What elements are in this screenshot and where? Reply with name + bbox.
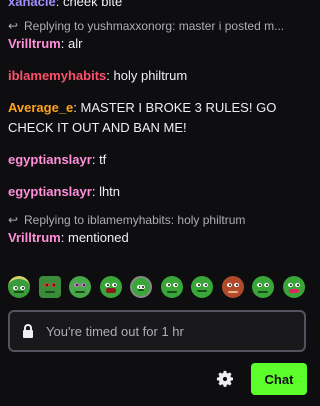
chat-message: Average_e: MASTER I BROKE 3 RULES! GO CH…: [8, 100, 277, 135]
chat-text: alr: [67, 36, 83, 51]
chat-text: holy philtrum: [113, 68, 188, 83]
chat-text: cheek bite: [62, 0, 123, 9]
chat-username[interactable]: iblamemyhabits: [8, 68, 106, 83]
chat-text: tf: [99, 152, 107, 167]
chat-message: Vrilltrum: alr: [8, 36, 83, 51]
chat-username[interactable]: Average_e: [8, 100, 73, 115]
peepo-mad-icon[interactable]: [38, 276, 61, 298]
peepo-sad-icon[interactable]: [252, 276, 274, 298]
chat-text: mentioned: [67, 230, 129, 245]
chat-send-button[interactable]: Chat: [251, 363, 307, 395]
chat-log: xanacle: cheek bite ↩ Replying to yushma…: [0, 0, 315, 248]
reply-arrow-icon: ↩: [8, 213, 19, 227]
peepo-happy-icon[interactable]: [160, 276, 183, 298]
reply-context[interactable]: ↩ Replying to yushmaxxonorg: master i po…: [0, 18, 315, 34]
chat-input[interactable]: You're timed out for 1 hr: [8, 310, 306, 352]
chat-username[interactable]: xanacle: [8, 0, 56, 9]
peepo-heart-icon[interactable]: [282, 276, 305, 298]
chat-message: egyptianslayr: tf: [8, 152, 107, 167]
reply-context[interactable]: ↩ Replying to iblamemyhabits: holy philt…: [0, 212, 315, 228]
chat-username[interactable]: Vrilltrum: [8, 36, 61, 51]
emote-bar: [8, 276, 313, 298]
reply-text: Replying to yushmaxxonorg: master i post…: [24, 19, 285, 33]
chat-message: Vrilltrum: mentioned: [8, 230, 129, 245]
gear-icon[interactable]: [216, 370, 234, 388]
reply-text: Replying to iblamemyhabits: holy philtru…: [24, 213, 246, 227]
chat-message: egyptianslayr: lhtn: [8, 184, 121, 199]
peepo-glasses-icon[interactable]: [69, 276, 91, 298]
chat-username[interactable]: Vrilltrum: [8, 230, 61, 245]
reply-arrow-icon: ↩: [8, 19, 19, 33]
peepo-smile-icon[interactable]: [191, 276, 213, 298]
chat-username[interactable]: egyptianslayr: [8, 184, 92, 199]
chat-username[interactable]: egyptianslayr: [8, 152, 92, 167]
peepo-halo-icon[interactable]: [8, 276, 30, 298]
lock-icon: [23, 324, 33, 338]
peepo-talk-icon[interactable]: [99, 276, 122, 298]
chat-message: xanacle: cheek bite: [0, 0, 315, 12]
peepo-monkey-icon[interactable]: [221, 276, 244, 298]
chat-input-placeholder: You're timed out for 1 hr: [46, 323, 184, 339]
peepo-headset-icon[interactable]: [130, 276, 152, 298]
chat-text: lhtn: [99, 184, 121, 199]
chat-message: iblamemyhabits: holy philtrum: [8, 68, 188, 83]
